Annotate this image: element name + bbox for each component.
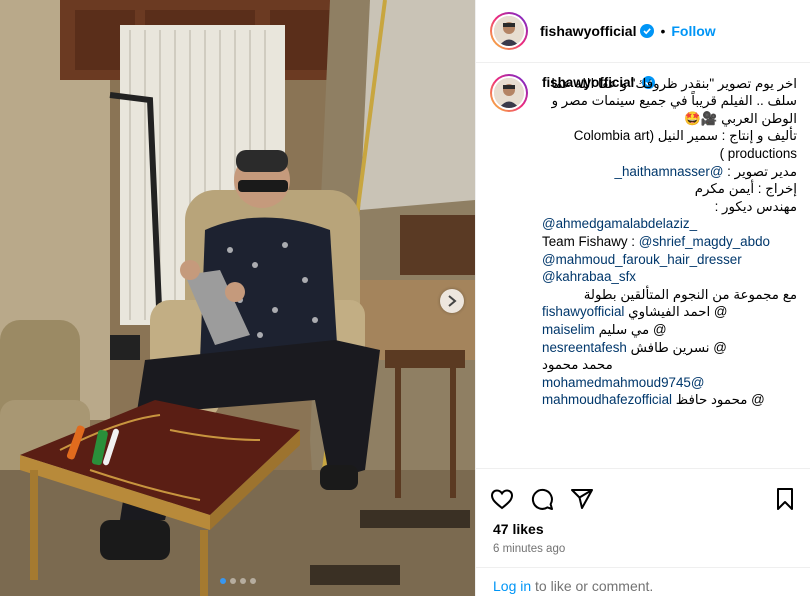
share-icon[interactable] [570, 487, 594, 511]
carousel-dot [229, 578, 236, 584]
heart-icon[interactable] [490, 487, 514, 511]
mention-link[interactable]: @ahmedgamalabdelaziz_ [542, 215, 797, 233]
username[interactable]: fishawyofficial [540, 23, 636, 39]
carousel-dot [249, 578, 256, 584]
login-prompt-text: to like or comment. [531, 578, 654, 594]
caption-line-director: إخراج : أيمن مكرم [694, 181, 797, 197]
mention-link[interactable]: @mahmoud_farouk_hair_dresser [542, 251, 797, 269]
cast-name: مي سليم @ [598, 321, 667, 337]
mention-link[interactable]: fishawyofficial [542, 304, 624, 319]
caption-line-team: Team Fishawy : @shrief_magdy_abdo [542, 233, 797, 251]
carousel-dot [239, 578, 246, 584]
cast-row: محمد محمود [542, 356, 797, 374]
separator-dot: • [660, 23, 666, 39]
mention-link[interactable]: @shrief_magdy_abdo [639, 234, 770, 249]
caption-label: مدير تصوير : [723, 163, 797, 179]
mention-link[interactable]: mahmoudhafezofficial [542, 392, 672, 407]
comment-icon[interactable] [530, 487, 554, 511]
mention-link[interactable]: @haithamnasser_ [615, 164, 724, 179]
cast-name: محمود حافظ @ [675, 392, 765, 408]
post-photo[interactable] [0, 0, 475, 596]
caption-line-producer: تأليف و إنتاج : سمير النيل (Colombia art… [573, 128, 797, 161]
action-bar [476, 468, 810, 516]
cast-row: mahmoudhafezofficial محمود حافظ @ [542, 391, 797, 409]
follow-button[interactable]: Follow [671, 23, 715, 39]
caption-avatar[interactable] [490, 74, 528, 112]
likes-count[interactable]: 47 likes [493, 521, 544, 537]
carousel-indicator [0, 578, 475, 584]
caption-line-intro: اخر يوم تصوير "بنقدر ظروفك" و عفا الله ع… [551, 75, 797, 126]
post-timestamp[interactable]: 6 minutes ago [493, 543, 565, 555]
caption-line-dop: مدير تصوير : @haithamnasser_ [542, 163, 797, 181]
cast-row: nesreentafesh نسرين طافش @ [542, 339, 797, 357]
login-link[interactable]: Log in [493, 578, 531, 594]
cast-row: maiselim مي سليم @ [542, 321, 797, 339]
post-header: fishawyofficial • Follow [476, 0, 810, 63]
caption-line-decor: مهندس ديكور : [714, 198, 797, 214]
login-prompt: Log in to like or comment. [476, 567, 810, 596]
avatar[interactable] [490, 12, 528, 50]
cast-row: mohamedmahmoud9745@ [542, 374, 797, 392]
caption-area: fishawyofficial اخر يوم تصوير "بنقدر ظرو… [476, 64, 810, 466]
caption-line-cast: مع مجموعة من النجوم المتألقين بطولة [583, 286, 797, 302]
cast-name: احمد الفيشاوي @ [628, 304, 728, 320]
cast-name: محمد محمود [542, 357, 613, 373]
mention-link[interactable]: @kahrabaa_sfx [542, 268, 797, 286]
profile-photo-icon [494, 16, 524, 46]
cast-name: نسرين طافش @ [630, 339, 727, 355]
chevron-right-icon [448, 295, 457, 307]
photo-scene [0, 0, 475, 596]
caption-label: Team Fishawy : [542, 233, 636, 249]
mention-link[interactable]: nesreentafesh [542, 340, 627, 355]
caption-text: fishawyofficial اخر يوم تصوير "بنقدر ظرو… [542, 74, 797, 409]
carousel-next-button[interactable] [440, 289, 464, 313]
mention-link[interactable]: mohamedmahmoud9745@ [542, 375, 704, 390]
mention-link[interactable]: maiselim [542, 322, 595, 337]
cast-row: fishawyofficial احمد الفيشاوي @ [542, 303, 797, 321]
verified-badge-icon [640, 24, 655, 38]
profile-photo-icon [494, 78, 524, 108]
carousel-dot-active [219, 578, 226, 584]
post-sidebar: fishawyofficial • Follow fishawyofficial… [475, 0, 810, 596]
bookmark-icon[interactable] [773, 487, 797, 511]
